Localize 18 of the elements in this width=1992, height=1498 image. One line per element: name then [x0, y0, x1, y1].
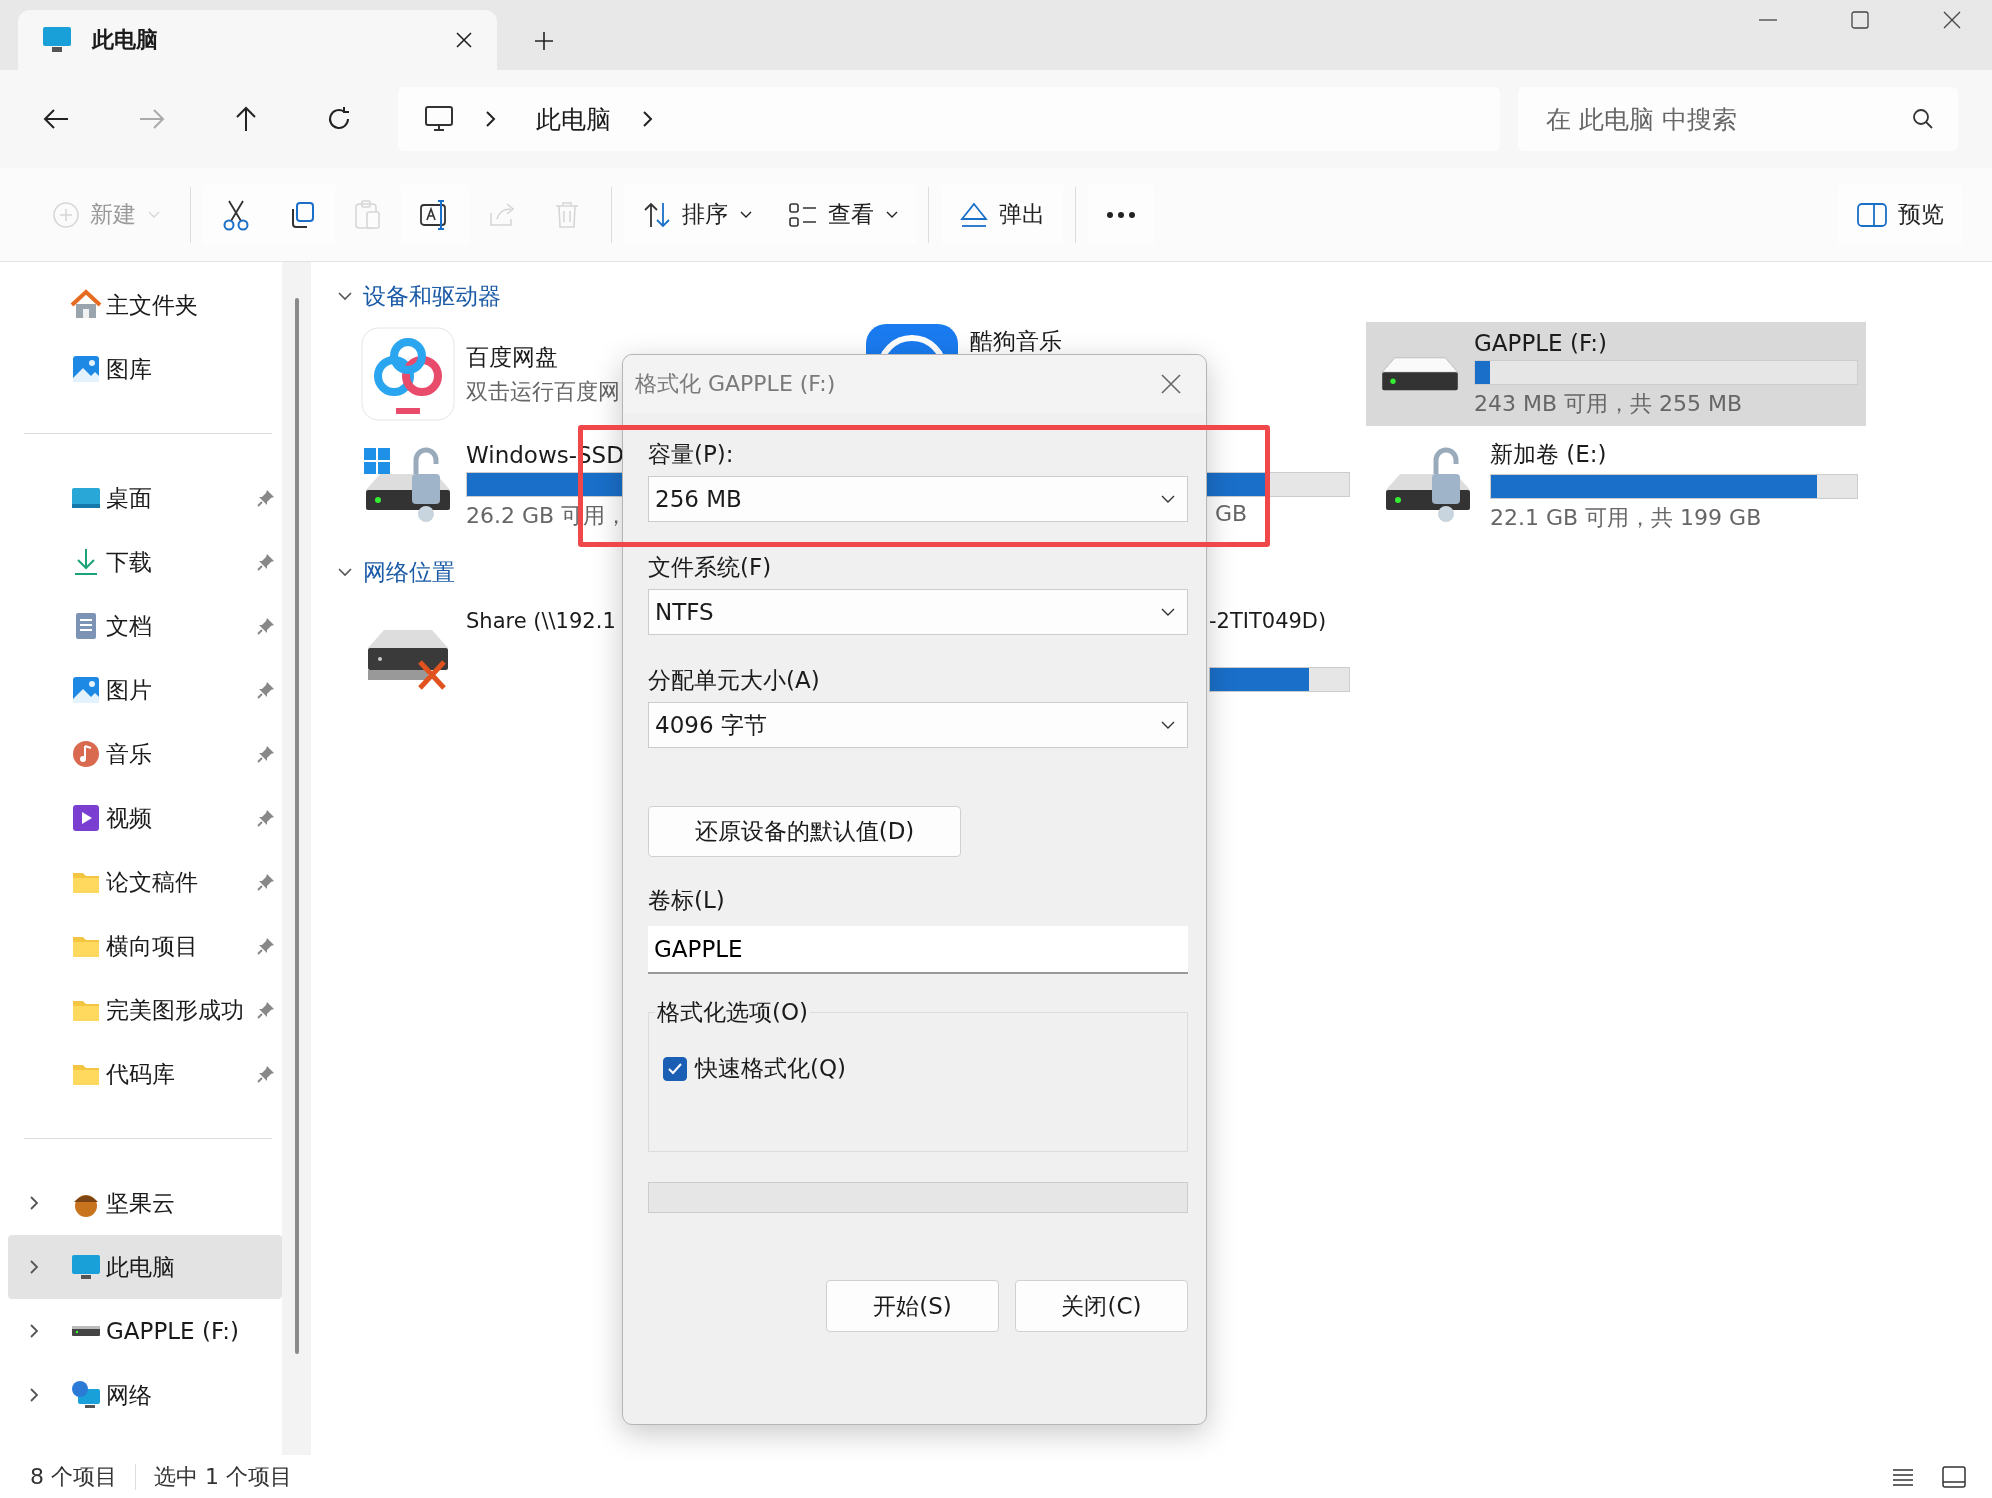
drive-name: 新加卷 (E:) — [1490, 440, 1607, 469]
drive-name: -2TIT049D) — [1209, 608, 1327, 633]
drive-detail: 243 MB 可用，共 255 MB — [1474, 389, 1743, 418]
tab-title: 此电脑 — [92, 26, 159, 54]
app-name: 酷狗音乐 — [970, 327, 1062, 356]
field-label: 容量(P): — [648, 440, 735, 469]
drive-name: Share (\\192.1 — [466, 608, 616, 633]
status-text: 选中 1 个项目 — [154, 1462, 292, 1491]
field-label: 文件系统(F) — [648, 553, 773, 582]
field-label: 卷标(L) — [648, 886, 726, 915]
drive-detail: 双击运行百度网 — [466, 377, 620, 406]
app-name: 百度网盘 — [466, 342, 558, 372]
status-text: 8 个项目 — [30, 1462, 117, 1491]
drive-name: GAPPLE (F:) — [1474, 329, 1608, 356]
drive-detail: GB — [1215, 500, 1248, 528]
dialog-title: 格式化 GAPPLE (F:) — [635, 370, 836, 398]
field-label: 分配单元大小(A) — [648, 666, 821, 695]
drive-detail: 22.1 GB 可用，共 199 GB — [1490, 504, 1762, 532]
